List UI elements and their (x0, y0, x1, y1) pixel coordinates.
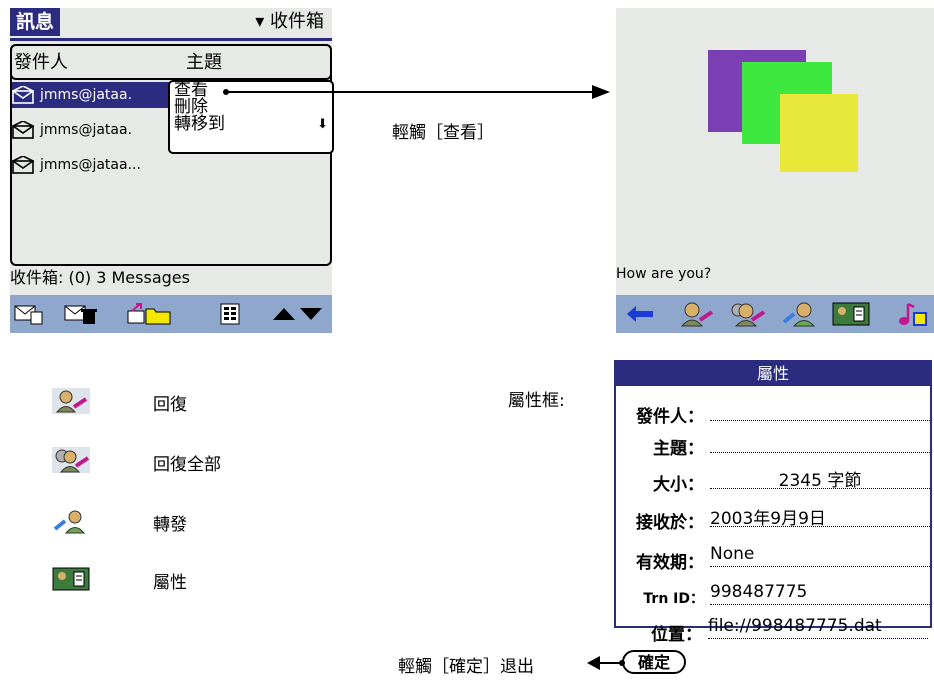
prop-row-expiry: 有效期： None (618, 542, 930, 573)
prop-key: 大小： (653, 475, 704, 495)
message-text: How are you? (616, 266, 712, 282)
message-viewer: How are you? (616, 8, 934, 333)
prop-value: file://998487775.dat (708, 616, 928, 639)
envelope-icon (12, 121, 34, 139)
legend-properties-label: 屬性 (153, 573, 187, 593)
properties-dialog: 屬性 發件人： 主題： 大小： 2345 字節 接收於： 2003年9月9日 有效期… (614, 360, 932, 628)
message-row[interactable]: jmms@jataa. (12, 117, 172, 143)
prop-key: 有效期： (636, 553, 704, 573)
prop-row-sender: 發件人： (618, 396, 930, 427)
scroll-down-icon[interactable]: ⬇ (317, 116, 328, 133)
legend-reply-label: 回復 (153, 395, 187, 415)
prop-value: None (710, 544, 930, 567)
forward-icon[interactable] (782, 300, 818, 328)
reply-icon (52, 388, 90, 414)
column-header: 發件人 主題 (10, 44, 332, 80)
ok-button[interactable]: 確定 (622, 650, 687, 674)
music-note-icon[interactable] (896, 301, 928, 327)
folder-select[interactable]: ▾ 收件箱 (255, 8, 324, 36)
flow-arrow-to-viewer (223, 85, 610, 99)
menu-item-move-to[interactable]: 轉移到 ⬇ (170, 116, 332, 133)
inbox-toolbar (10, 295, 332, 333)
inbox-screen: 訊息 ▾ 收件箱 發件人 主題 jmms@jataa. jmms@jataa. … (10, 8, 334, 333)
envelope-icon (12, 86, 34, 104)
prop-row-subject: 主題： (618, 428, 930, 459)
inbox-title-bar: 訊息 ▾ 收件箱 (10, 8, 332, 41)
inbox-status: 收件箱: (0) 3 Messages (10, 268, 190, 287)
properties-list-icon[interactable] (220, 303, 240, 325)
properties-title: 屬性 (616, 362, 930, 386)
prop-row-received: 接收於： 2003年9月9日 (618, 502, 930, 533)
viewer-toolbar (616, 295, 934, 333)
flow-arrow-to-ok (587, 656, 625, 670)
properties-icon[interactable] (832, 301, 870, 327)
scroll-arrows-icon[interactable] (272, 307, 324, 321)
menu-item-move-to-label: 轉移到 (174, 114, 225, 134)
prop-key: 接收於： (636, 513, 704, 533)
message-row[interactable]: jmms@jataa... (12, 152, 172, 178)
legend-reply-all-label: 回復全部 (153, 455, 221, 475)
prop-row-trn-id: Trn ID： 998487775 (618, 580, 930, 610)
message-image (708, 50, 858, 172)
message-sender: jmms@jataa. (40, 122, 133, 138)
prop-key: 發件人： (636, 407, 704, 427)
properties-icon (52, 567, 90, 591)
prop-value: 998487775 (710, 582, 930, 605)
folder-select-label: 收件箱 (270, 11, 324, 32)
tap-ok-label: 輕觸［確定］退出 (398, 657, 534, 677)
prop-value: 2003年9月9日 (710, 504, 930, 529)
column-subject[interactable]: 主題 (186, 48, 222, 74)
prop-key: 主題： (653, 439, 704, 459)
prop-key: 位置： (651, 625, 702, 645)
prop-row-size: 大小： 2345 字節 (618, 464, 930, 495)
prop-key: Trn ID： (643, 591, 704, 607)
new-message-icon[interactable] (14, 303, 44, 325)
reply-icon[interactable] (678, 300, 714, 328)
back-arrow-icon[interactable] (626, 305, 654, 323)
properties-box-label: 屬性框: (508, 391, 565, 411)
forward-icon (53, 510, 86, 534)
reply-all-icon (52, 447, 90, 473)
move-to-folder-icon[interactable] (126, 303, 172, 327)
message-sender: jmms@jataa. (40, 87, 133, 103)
envelope-icon (12, 156, 34, 174)
legend-forward-label: 轉發 (153, 515, 187, 535)
prop-value (710, 398, 930, 421)
message-row[interactable]: jmms@jataa. (12, 82, 172, 108)
column-sender[interactable]: 發件人 (14, 48, 68, 74)
tap-view-label: 輕觸［查看］ (392, 123, 494, 143)
message-sender: jmms@jataa... (40, 157, 141, 173)
prop-value: 2345 字節 (710, 466, 930, 491)
prop-value (710, 430, 930, 453)
reply-all-icon[interactable] (728, 300, 766, 328)
prop-row-location: 位置： file://998487775.dat (616, 614, 928, 645)
app-title: 訊息 (10, 8, 61, 36)
delete-message-icon[interactable] (64, 303, 98, 325)
